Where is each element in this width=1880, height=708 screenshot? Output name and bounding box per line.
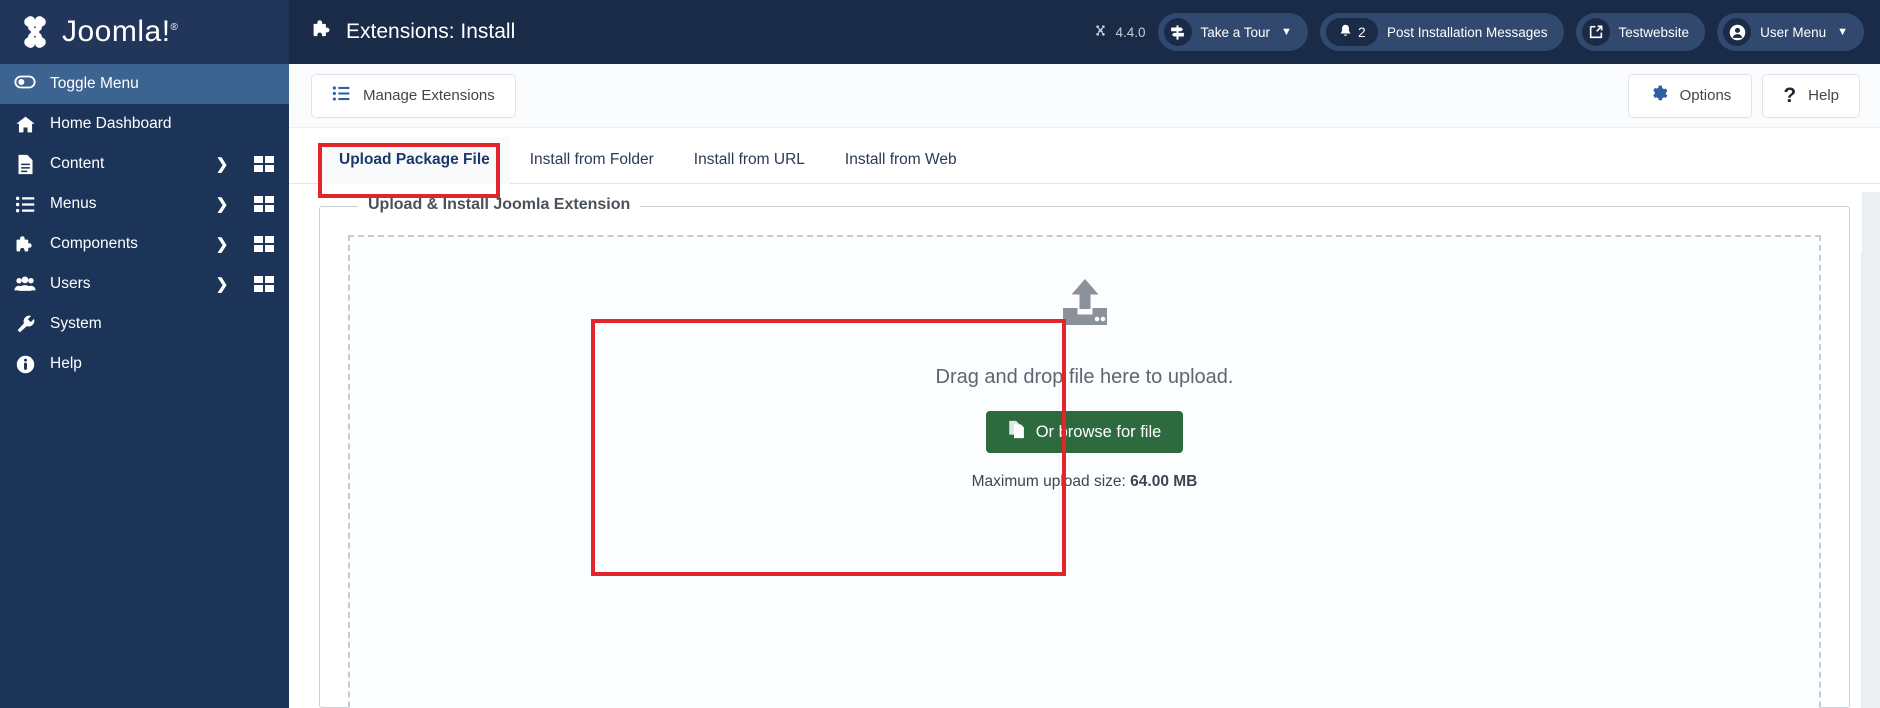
tab-label: Upload Package File bbox=[339, 151, 490, 168]
chevron-right-icon[interactable]: ❯ bbox=[209, 155, 235, 173]
upload-dropzone[interactable]: Drag and drop file here to upload. Or br… bbox=[348, 235, 1821, 708]
messages-count: 2 bbox=[1358, 24, 1366, 40]
toggle-menu-label: Toggle Menu bbox=[50, 75, 139, 92]
grid-icon[interactable] bbox=[249, 236, 279, 252]
top-header-bar: Extensions: Install 4.4.0 Take a Tour ▼ … bbox=[289, 0, 1880, 64]
sidebar-item-system[interactable]: System bbox=[0, 304, 289, 344]
chevron-right-icon[interactable]: ❯ bbox=[209, 195, 235, 213]
sidebar-item-label: Components bbox=[50, 235, 138, 252]
help-label: Help bbox=[1808, 87, 1839, 104]
brand-logo[interactable]: Joomla!® bbox=[0, 0, 289, 64]
take-a-tour-label: Take a Tour bbox=[1200, 24, 1271, 40]
site-preview-button[interactable]: Testwebsite bbox=[1575, 13, 1706, 51]
max-upload-size-value: 64.00 MB bbox=[1130, 473, 1198, 490]
main-area: Extensions: Install 4.4.0 Take a Tour ▼ … bbox=[289, 0, 1880, 708]
options-button[interactable]: Options bbox=[1627, 73, 1753, 118]
chevron-right-icon[interactable]: ❯ bbox=[209, 275, 235, 293]
external-link-icon bbox=[1581, 18, 1610, 46]
drag-drop-text: Drag and drop file here to upload. bbox=[935, 366, 1234, 388]
grid-icon[interactable] bbox=[249, 196, 279, 212]
site-name-label: Testwebsite bbox=[1618, 24, 1690, 40]
max-upload-size-label: Maximum upload size: bbox=[971, 473, 1126, 490]
list-icon bbox=[14, 194, 36, 215]
toolbar-right-group: Options ? Help bbox=[1627, 73, 1860, 118]
sidebar-item-components[interactable]: Components ❯ bbox=[0, 224, 289, 264]
sidebar: Joomla!® Toggle Menu Home Dashboard Cont… bbox=[0, 0, 289, 708]
header-actions: 4.4.0 Take a Tour ▼ 2 Post Installation … bbox=[1093, 13, 1864, 51]
question-mark-icon: ? bbox=[1783, 84, 1797, 107]
brand-name: Joomla!® bbox=[62, 15, 179, 48]
sidebar-item-label: System bbox=[50, 315, 102, 332]
joomla-mark-icon bbox=[1093, 23, 1108, 41]
page-title: Extensions: Install bbox=[311, 18, 515, 46]
sidebar-item-label: Content bbox=[50, 155, 105, 172]
tab-install-from-folder[interactable]: Install from Folder bbox=[510, 137, 674, 184]
user-icon bbox=[1723, 18, 1752, 46]
toggle-icon bbox=[14, 71, 36, 98]
copy-files-icon bbox=[1008, 420, 1026, 444]
install-tabs: Upload Package File Install from Folder … bbox=[289, 128, 1880, 184]
trademark: ® bbox=[170, 22, 179, 33]
sidebar-item-content[interactable]: Content ❯ bbox=[0, 144, 289, 184]
options-label: Options bbox=[1679, 87, 1732, 104]
joomla-admin-window: Joomla!® Toggle Menu Home Dashboard Cont… bbox=[0, 0, 1880, 708]
sidebar-toggle-menu[interactable]: Toggle Menu bbox=[0, 64, 289, 104]
post-installation-messages-button[interactable]: 2 Post Installation Messages bbox=[1319, 13, 1564, 51]
browse-for-file-label: Or browse for file bbox=[1035, 422, 1162, 441]
take-a-tour-button[interactable]: Take a Tour ▼ bbox=[1157, 13, 1308, 51]
users-icon bbox=[14, 274, 36, 295]
toolbar: Manage Extensions Options ? Help bbox=[289, 64, 1880, 128]
messages-badge: 2 bbox=[1325, 18, 1378, 46]
tab-label: Install from Web bbox=[844, 151, 957, 168]
upload-panel-wrap: Upload & Install Joomla Extension Drag a… bbox=[289, 184, 1880, 708]
bell-icon bbox=[1338, 23, 1353, 42]
list-icon bbox=[332, 84, 351, 107]
tab-install-from-url[interactable]: Install from URL bbox=[674, 137, 825, 184]
grid-icon[interactable] bbox=[249, 156, 279, 172]
sidebar-item-home-dashboard[interactable]: Home Dashboard bbox=[0, 104, 289, 144]
chevron-down-icon: ▼ bbox=[1281, 26, 1292, 38]
puzzle-icon bbox=[311, 18, 334, 46]
version-number: 4.4.0 bbox=[1115, 24, 1146, 40]
post-installation-messages-label: Post Installation Messages bbox=[1386, 24, 1548, 40]
chevron-right-icon[interactable]: ❯ bbox=[209, 235, 235, 253]
page-scrollbar-gutter[interactable] bbox=[1862, 192, 1880, 708]
content-area: Upload Package File Install from Folder … bbox=[289, 128, 1880, 708]
home-icon bbox=[14, 114, 36, 135]
upload-icon bbox=[1057, 277, 1113, 336]
sidebar-item-label: Users bbox=[50, 275, 91, 292]
sidebar-item-label: Menus bbox=[50, 195, 97, 212]
sidebar-item-label: Home Dashboard bbox=[50, 115, 172, 132]
browse-for-file-button[interactable]: Or browse for file bbox=[985, 411, 1184, 453]
tab-install-from-web[interactable]: Install from Web bbox=[825, 137, 977, 184]
joomla-logo-icon bbox=[14, 11, 56, 53]
document-icon bbox=[14, 154, 36, 175]
upload-fieldset-legend: Upload & Install Joomla Extension bbox=[358, 196, 641, 214]
signpost-icon bbox=[1163, 18, 1192, 46]
grid-icon[interactable] bbox=[249, 276, 279, 292]
max-upload-size: Maximum upload size: 64.00 MB bbox=[972, 473, 1198, 491]
joomla-version: 4.4.0 bbox=[1093, 23, 1146, 41]
user-menu-label: User Menu bbox=[1760, 24, 1827, 40]
manage-extensions-label: Manage Extensions bbox=[363, 87, 495, 104]
sidebar-item-help[interactable]: Help bbox=[0, 344, 289, 384]
wrench-icon bbox=[14, 314, 36, 335]
tab-label: Install from URL bbox=[693, 151, 805, 168]
info-icon bbox=[14, 354, 36, 375]
manage-extensions-button[interactable]: Manage Extensions bbox=[311, 73, 516, 118]
page-title-text: Extensions: Install bbox=[346, 20, 516, 43]
puzzle-icon bbox=[14, 234, 36, 255]
help-button[interactable]: ? Help bbox=[1762, 73, 1860, 118]
tab-upload-package-file[interactable]: Upload Package File bbox=[319, 137, 510, 184]
sidebar-item-users[interactable]: Users ❯ bbox=[0, 264, 289, 304]
gear-icon bbox=[1649, 84, 1668, 107]
chevron-down-icon: ▼ bbox=[1837, 26, 1848, 38]
sidebar-item-menus[interactable]: Menus ❯ bbox=[0, 184, 289, 224]
sidebar-item-label: Help bbox=[50, 355, 82, 372]
tab-label: Install from Folder bbox=[529, 151, 654, 168]
user-menu-button[interactable]: User Menu ▼ bbox=[1717, 13, 1864, 51]
upload-fieldset: Upload & Install Joomla Extension Drag a… bbox=[319, 196, 1850, 708]
